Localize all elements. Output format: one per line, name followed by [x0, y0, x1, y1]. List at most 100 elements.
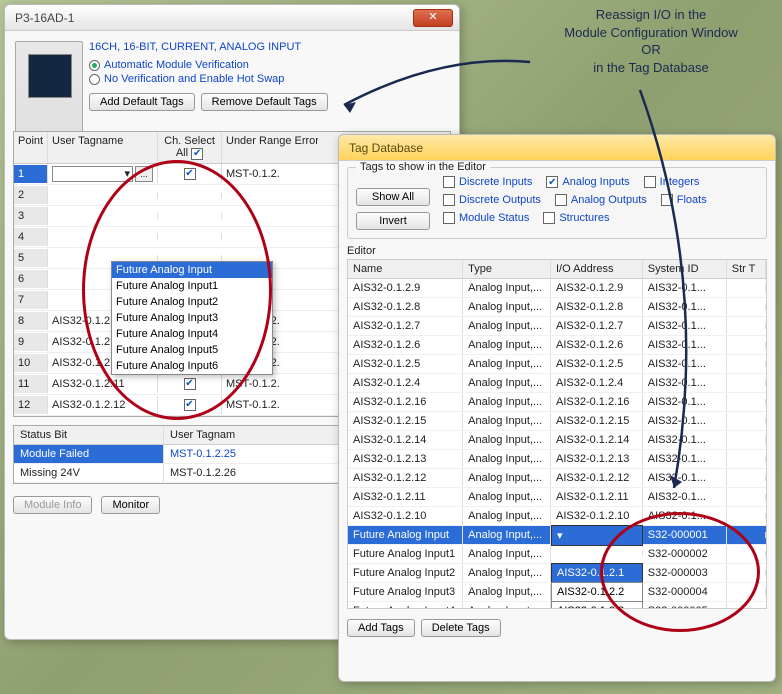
dropdown-item[interactable]: Future Analog Input5 — [112, 342, 272, 358]
underrange-cell[interactable] — [222, 255, 318, 261]
tagname-combo[interactable]: ▾ — [52, 166, 133, 182]
cell-ioaddress[interactable]: AIS32-0.1.2.4 — [551, 374, 643, 392]
editor-row[interactable]: AIS32-0.1.2.13Analog Input,...AIS32-0.1.… — [348, 450, 766, 469]
checkbox-icon[interactable] — [543, 212, 555, 224]
col-ioaddress[interactable]: I/O Address — [551, 260, 643, 278]
cell-ioaddress[interactable]: AIS32-0.1.2.1 — [551, 563, 643, 583]
tagname-dropdown[interactable]: Future Analog InputFuture Analog Input1F… — [111, 261, 273, 375]
checkbox-icon[interactable] — [184, 399, 196, 411]
editor-row[interactable]: AIS32-0.1.2.16Analog Input,...AIS32-0.1.… — [348, 393, 766, 412]
checkbox-icon[interactable] — [644, 176, 656, 188]
checkbox-icon[interactable] — [184, 168, 196, 180]
remove-default-tags-button[interactable]: Remove Default Tags — [201, 93, 328, 111]
filter-checkbox[interactable]: Structures — [543, 212, 609, 224]
col-statusbit[interactable]: Status Bit — [14, 426, 164, 444]
dropdown-item[interactable]: Future Analog Input1 — [112, 278, 272, 294]
filter-checkbox[interactable]: Discrete Inputs — [443, 176, 532, 188]
module-info-button[interactable]: Module Info — [13, 496, 92, 514]
cell-ioaddress[interactable]: AIS32-0.1.2.2 — [551, 582, 643, 602]
chselect-cell[interactable] — [158, 234, 222, 240]
editor-row[interactable]: AIS32-0.1.2.12Analog Input,...AIS32-0.1.… — [348, 469, 766, 488]
tagname-cell[interactable] — [48, 213, 158, 219]
col-point[interactable]: Point — [14, 132, 48, 163]
tagname-browse-button[interactable]: ... — [135, 166, 153, 182]
tagname-cell[interactable] — [48, 234, 158, 240]
col-type[interactable]: Type — [463, 260, 551, 278]
filter-checkbox[interactable]: Module Status — [443, 212, 529, 224]
editor-row[interactable]: AIS32-0.1.2.11Analog Input,...AIS32-0.1.… — [348, 488, 766, 507]
editor-row[interactable]: Future Analog Input1Analog Input,...S32-… — [348, 545, 766, 564]
cell-ioaddress[interactable]: AIS32-0.1.2.8 — [551, 298, 643, 316]
chselect-cell[interactable] — [158, 164, 222, 183]
filter-checkbox[interactable]: Analog Outputs — [555, 194, 647, 206]
cell-ioaddress[interactable]: AIS32-0.1.2.16 — [551, 393, 643, 411]
editor-row[interactable]: AIS32-0.1.2.4Analog Input,...AIS32-0.1.2… — [348, 374, 766, 393]
show-all-button[interactable]: Show All — [356, 188, 430, 206]
cell-ioaddress[interactable]: ▾ — [551, 525, 643, 546]
add-tags-button[interactable]: Add Tags — [347, 619, 415, 637]
underrange-cell[interactable]: MST-0.1.2. — [222, 396, 318, 414]
cell-ioaddress[interactable]: AIS32-0.1.2.11 — [551, 488, 643, 506]
checkbox-icon[interactable] — [555, 194, 567, 206]
cfg-titlebar[interactable]: P3-16AD-1 ✕ — [5, 5, 459, 31]
cell-ioaddress[interactable]: AIS32-0.1.2.14 — [551, 431, 643, 449]
tagname-cell[interactable]: ▾... — [48, 163, 158, 185]
checkbox-icon[interactable] — [443, 212, 455, 224]
editor-row[interactable]: AIS32-0.1.2.9Analog Input,...AIS32-0.1.2… — [348, 279, 766, 298]
chselect-cell[interactable] — [158, 374, 222, 393]
checkbox-icon[interactable] — [184, 378, 196, 390]
tagname-cell[interactable]: AIS32-0.1.2.11 — [48, 375, 158, 393]
editor-row[interactable]: Future Analog InputAnalog Input,... ▾S32… — [348, 526, 766, 545]
cell-ioaddress[interactable]: AIS32-0.1.2.6 — [551, 336, 643, 354]
editor-row[interactable]: Future Analog Input2Analog Input,...AIS3… — [348, 564, 766, 583]
underrange-cell[interactable]: MST-0.1.2. — [222, 375, 318, 393]
chselect-cell[interactable] — [158, 395, 222, 414]
close-icon[interactable]: ✕ — [413, 9, 453, 27]
cell-ioaddress[interactable]: AIS32-0.1.2.15 — [551, 412, 643, 430]
editor-row[interactable]: AIS32-0.1.2.8Analog Input,...AIS32-0.1.2… — [348, 298, 766, 317]
radio-no-verify[interactable]: No Verification and Enable Hot Swap — [89, 73, 451, 85]
cell-ioaddress[interactable]: AIS32-0.1.2.3 — [551, 601, 643, 609]
editor-row[interactable]: AIS32-0.1.2.15Analog Input,...AIS32-0.1.… — [348, 412, 766, 431]
dropdown-item[interactable]: Future Analog Input4 — [112, 326, 272, 342]
col-str[interactable]: Str T — [727, 260, 766, 278]
editor-row[interactable]: AIS32-0.1.2.5Analog Input,...AIS32-0.1.2… — [348, 355, 766, 374]
col-underrange[interactable]: Under Range Error — [222, 132, 318, 163]
db-titlebar[interactable]: Tag Database — [339, 135, 775, 161]
editor-row[interactable]: AIS32-0.1.2.14Analog Input,...AIS32-0.1.… — [348, 431, 766, 450]
cell-ioaddress[interactable] — [551, 551, 643, 557]
tagname-cell[interactable] — [48, 255, 158, 261]
dropdown-item[interactable]: Future Analog Input — [112, 262, 272, 278]
checkbox-icon[interactable] — [443, 194, 455, 206]
invert-button[interactable]: Invert — [356, 212, 430, 230]
radio-auto-verify[interactable]: Automatic Module Verification — [89, 59, 451, 71]
filter-checkbox[interactable]: Analog Inputs — [546, 176, 629, 188]
col-chselect[interactable]: Ch. SelectAll — [158, 132, 222, 163]
underrange-cell[interactable]: MST-0.1.2. — [222, 165, 318, 183]
chselect-cell[interactable] — [158, 192, 222, 198]
editor-row[interactable]: Future Analog Input3Analog Input,...AIS3… — [348, 583, 766, 602]
cell-ioaddress[interactable]: AIS32-0.1.2.7 — [551, 317, 643, 335]
add-default-tags-button[interactable]: Add Default Tags — [89, 93, 195, 111]
editor-row[interactable]: AIS32-0.1.2.6Analog Input,...AIS32-0.1.2… — [348, 336, 766, 355]
checkbox-icon[interactable] — [661, 194, 673, 206]
editor-row[interactable]: Future Analog Input4Analog Input,...AIS3… — [348, 602, 766, 609]
filter-checkbox[interactable]: Floats — [661, 194, 707, 206]
editor-grid[interactable]: AIS32-0.1.2.9Analog Input,...AIS32-0.1.2… — [347, 279, 767, 609]
checkbox-icon[interactable] — [546, 176, 558, 188]
cell-ioaddress[interactable]: AIS32-0.1.2.10 — [551, 507, 643, 525]
cell-ioaddress[interactable]: AIS32-0.1.2.12 — [551, 469, 643, 487]
cell-ioaddress[interactable]: AIS32-0.1.2.9 — [551, 279, 643, 297]
chselect-cell[interactable] — [158, 255, 222, 261]
filter-checkbox[interactable]: Discrete Outputs — [443, 194, 541, 206]
col-name[interactable]: Name — [348, 260, 463, 278]
col-tagname[interactable]: User Tagname — [48, 132, 158, 163]
underrange-cell[interactable] — [222, 192, 318, 198]
checkbox-all[interactable] — [191, 148, 203, 160]
monitor-button[interactable]: Monitor — [101, 496, 160, 514]
checkbox-icon[interactable] — [443, 176, 455, 188]
dropdown-item[interactable]: Future Analog Input6 — [112, 358, 272, 374]
delete-tags-button[interactable]: Delete Tags — [421, 619, 501, 637]
dropdown-item[interactable]: Future Analog Input2 — [112, 294, 272, 310]
cell-ioaddress[interactable]: AIS32-0.1.2.5 — [551, 355, 643, 373]
